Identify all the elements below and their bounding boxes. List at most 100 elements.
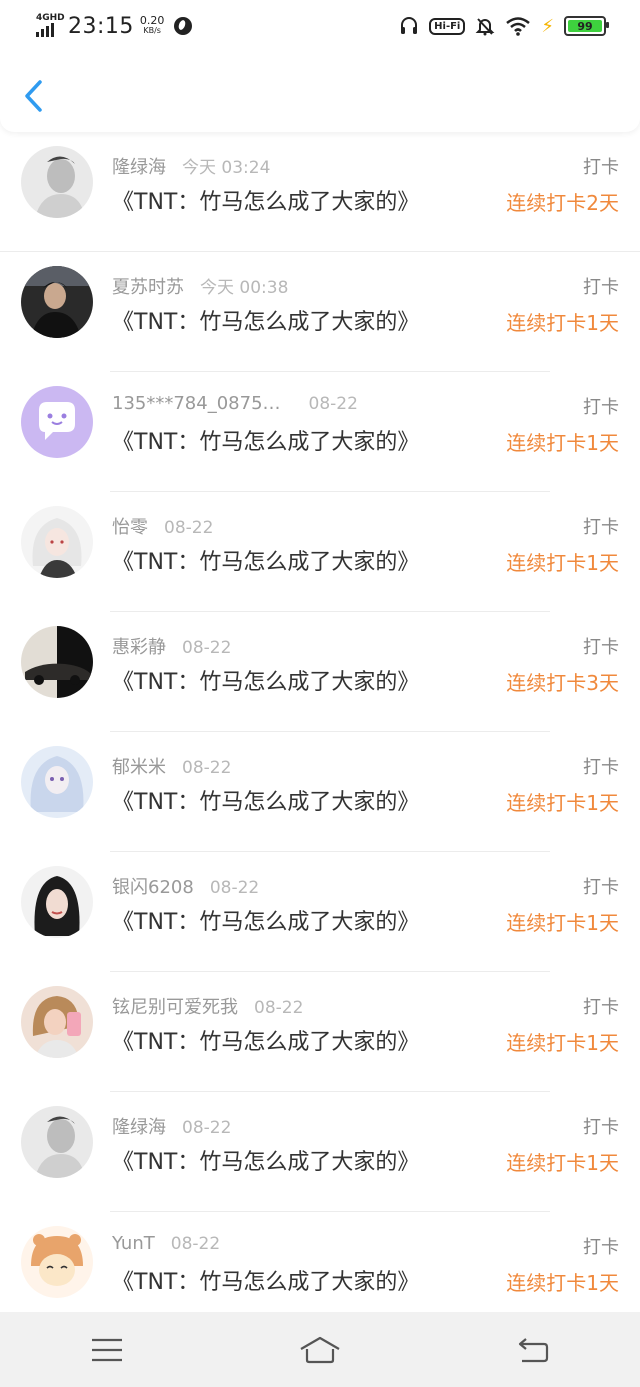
avatar[interactable]: [21, 146, 93, 218]
menu-icon: [91, 1338, 122, 1361]
bell-muted-icon: [475, 18, 495, 36]
streak-text: 连续打卡1天: [506, 431, 619, 455]
system-nav-bar: [0, 1312, 640, 1387]
streak-text: 连续打卡1天: [506, 1031, 619, 1055]
list-item[interactable]: 郁米米 08-22 《TNT：竹马怎么成了大家的》 打卡 连续打卡1天: [0, 732, 640, 852]
home-button[interactable]: [250, 1320, 390, 1380]
book-title[interactable]: 《TNT：竹马怎么成了大家的》: [112, 184, 419, 216]
timestamp: 今天 03:24: [182, 158, 271, 178]
checkin-list: 隆绿海 今天 03:24 《TNT：竹马怎么成了大家的》 打卡 连续打卡2天 夏苏…: [0, 132, 640, 1332]
back-nav-button[interactable]: [463, 1320, 603, 1380]
entry-meta: 铉尼别可爱死我 08-22: [112, 993, 303, 1019]
charging-icon: ⚡: [541, 15, 554, 37]
headphones-icon: [401, 17, 418, 34]
timestamp: 08-22: [254, 998, 304, 1018]
back-arrow-icon: [519, 1337, 549, 1362]
book-title[interactable]: 《TNT：竹马怎么成了大家的》: [112, 1264, 419, 1296]
checkin-label: 打卡: [583, 517, 619, 538]
checkin-label: 打卡: [583, 877, 619, 898]
username[interactable]: 隆绿海: [112, 1117, 166, 1138]
book-title[interactable]: 《TNT：竹马怎么成了大家的》: [112, 664, 419, 696]
streak-text: 连续打卡1天: [506, 311, 619, 335]
hifi-badge: Hi-Fi: [429, 17, 466, 35]
clock: 23:15: [68, 13, 134, 39]
list-item[interactable]: 隆绿海 今天 03:24 《TNT：竹马怎么成了大家的》 打卡 连续打卡2天: [0, 132, 640, 252]
book-title[interactable]: 《TNT：竹马怎么成了大家的》: [112, 784, 419, 816]
wifi-icon: [506, 17, 531, 36]
list-item[interactable]: 怡零 08-22 《TNT：竹马怎么成了大家的》 打卡 连续打卡1天: [0, 492, 640, 612]
checkin-label: 打卡: [583, 637, 619, 658]
username[interactable]: 夏苏时苏: [112, 277, 184, 298]
list-item[interactable]: 夏苏时苏 今天 00:38 《TNT：竹马怎么成了大家的》 打卡 连续打卡1天: [0, 252, 640, 372]
network-type: 4GHD: [36, 13, 65, 23]
book-title[interactable]: 《TNT：竹马怎么成了大家的》: [112, 1024, 419, 1056]
entry-meta: 隆绿海 08-22: [112, 1113, 231, 1139]
home-icon: [300, 1336, 340, 1363]
entry-meta: 银闪6208 08-22: [112, 873, 259, 899]
list-item[interactable]: 135***784_0875… 08-22 《TNT：竹马怎么成了大家的》 打卡 …: [0, 372, 640, 492]
checkin-label: 打卡: [583, 1117, 619, 1138]
battery-level: 99: [577, 19, 593, 33]
avatar[interactable]: [21, 386, 93, 458]
network-speed: 0.20 KB/s: [139, 14, 165, 36]
username[interactable]: 郁米米: [112, 757, 166, 778]
streak-text: 连续打卡3天: [506, 671, 619, 695]
username[interactable]: 铉尼别可爱死我: [112, 997, 238, 1018]
avatar[interactable]: [21, 266, 93, 338]
streak-text: 连续打卡1天: [506, 911, 619, 935]
avatar[interactable]: [21, 626, 93, 698]
username[interactable]: 135***784_0875…: [112, 393, 281, 414]
entry-meta: 怡零 08-22: [112, 513, 213, 539]
username[interactable]: YunT: [112, 1233, 155, 1254]
username[interactable]: 怡零: [112, 517, 148, 538]
entry-meta: 郁米米 08-22: [112, 753, 231, 779]
timestamp: 08-22: [182, 1118, 232, 1138]
entry-meta: 135***784_0875… 08-22: [112, 393, 358, 414]
username[interactable]: 惠彩静: [112, 637, 166, 658]
globe-icon: [174, 17, 193, 35]
book-title[interactable]: 《TNT：竹马怎么成了大家的》: [112, 904, 419, 936]
menu-button[interactable]: [37, 1320, 177, 1380]
streak-text: 连续打卡1天: [506, 551, 619, 575]
streak-text: 连续打卡1天: [506, 1151, 619, 1175]
avatar[interactable]: [21, 986, 93, 1058]
checkin-label: 打卡: [583, 157, 619, 178]
book-title[interactable]: 《TNT：竹马怎么成了大家的》: [112, 1144, 419, 1176]
username[interactable]: 银闪6208: [112, 877, 194, 898]
list-item[interactable]: 铉尼别可爱死我 08-22 《TNT：竹马怎么成了大家的》 打卡 连续打卡1天: [0, 972, 640, 1092]
entry-meta: 夏苏时苏 今天 00:38: [112, 273, 288, 299]
top-header: [0, 52, 640, 132]
list-item[interactable]: 银闪6208 08-22 《TNT：竹马怎么成了大家的》 打卡 连续打卡1天: [0, 852, 640, 972]
speed-unit: KB/s: [143, 26, 161, 35]
book-title[interactable]: 《TNT：竹马怎么成了大家的》: [112, 424, 419, 456]
status-bar-right: Hi-Fi ⚡ 99: [399, 12, 609, 40]
checkin-label: 打卡: [583, 277, 619, 298]
book-title[interactable]: 《TNT：竹马怎么成了大家的》: [112, 304, 419, 336]
username[interactable]: 隆绿海: [112, 157, 166, 178]
timestamp: 今天 00:38: [200, 278, 289, 298]
signal-icon: 4GHD: [34, 13, 65, 39]
battery-icon: 99: [564, 16, 609, 36]
timestamp: 08-22: [308, 394, 358, 414]
speed-value: 0.20: [139, 14, 165, 27]
entry-meta: 惠彩静 08-22: [112, 633, 231, 659]
streak-text: 连续打卡1天: [506, 1271, 619, 1295]
avatar[interactable]: [21, 506, 93, 578]
avatar[interactable]: [21, 746, 93, 818]
avatar[interactable]: [21, 1226, 93, 1298]
book-title[interactable]: 《TNT：竹马怎么成了大家的》: [112, 544, 419, 576]
timestamp: 08-22: [164, 518, 214, 538]
streak-text: 连续打卡2天: [506, 191, 619, 215]
avatar[interactable]: [21, 866, 93, 938]
list-item[interactable]: 惠彩静 08-22 《TNT：竹马怎么成了大家的》 打卡 连续打卡3天: [0, 612, 640, 732]
list-item[interactable]: 隆绿海 08-22 《TNT：竹马怎么成了大家的》 打卡 连续打卡1天: [0, 1092, 640, 1212]
timestamp: 08-22: [209, 878, 260, 898]
checkin-label: 打卡: [583, 1237, 619, 1258]
entry-meta: 隆绿海 今天 03:24: [112, 153, 270, 179]
avatar[interactable]: [21, 1106, 93, 1178]
timestamp: 08-22: [170, 1234, 221, 1254]
back-button[interactable]: [18, 76, 52, 116]
status-bar: 4GHD 23:15 0.20 KB/s Hi-Fi ⚡ 99: [0, 0, 640, 52]
timestamp: 08-22: [182, 758, 232, 778]
entry-meta: YunT 08-22: [112, 1233, 220, 1254]
